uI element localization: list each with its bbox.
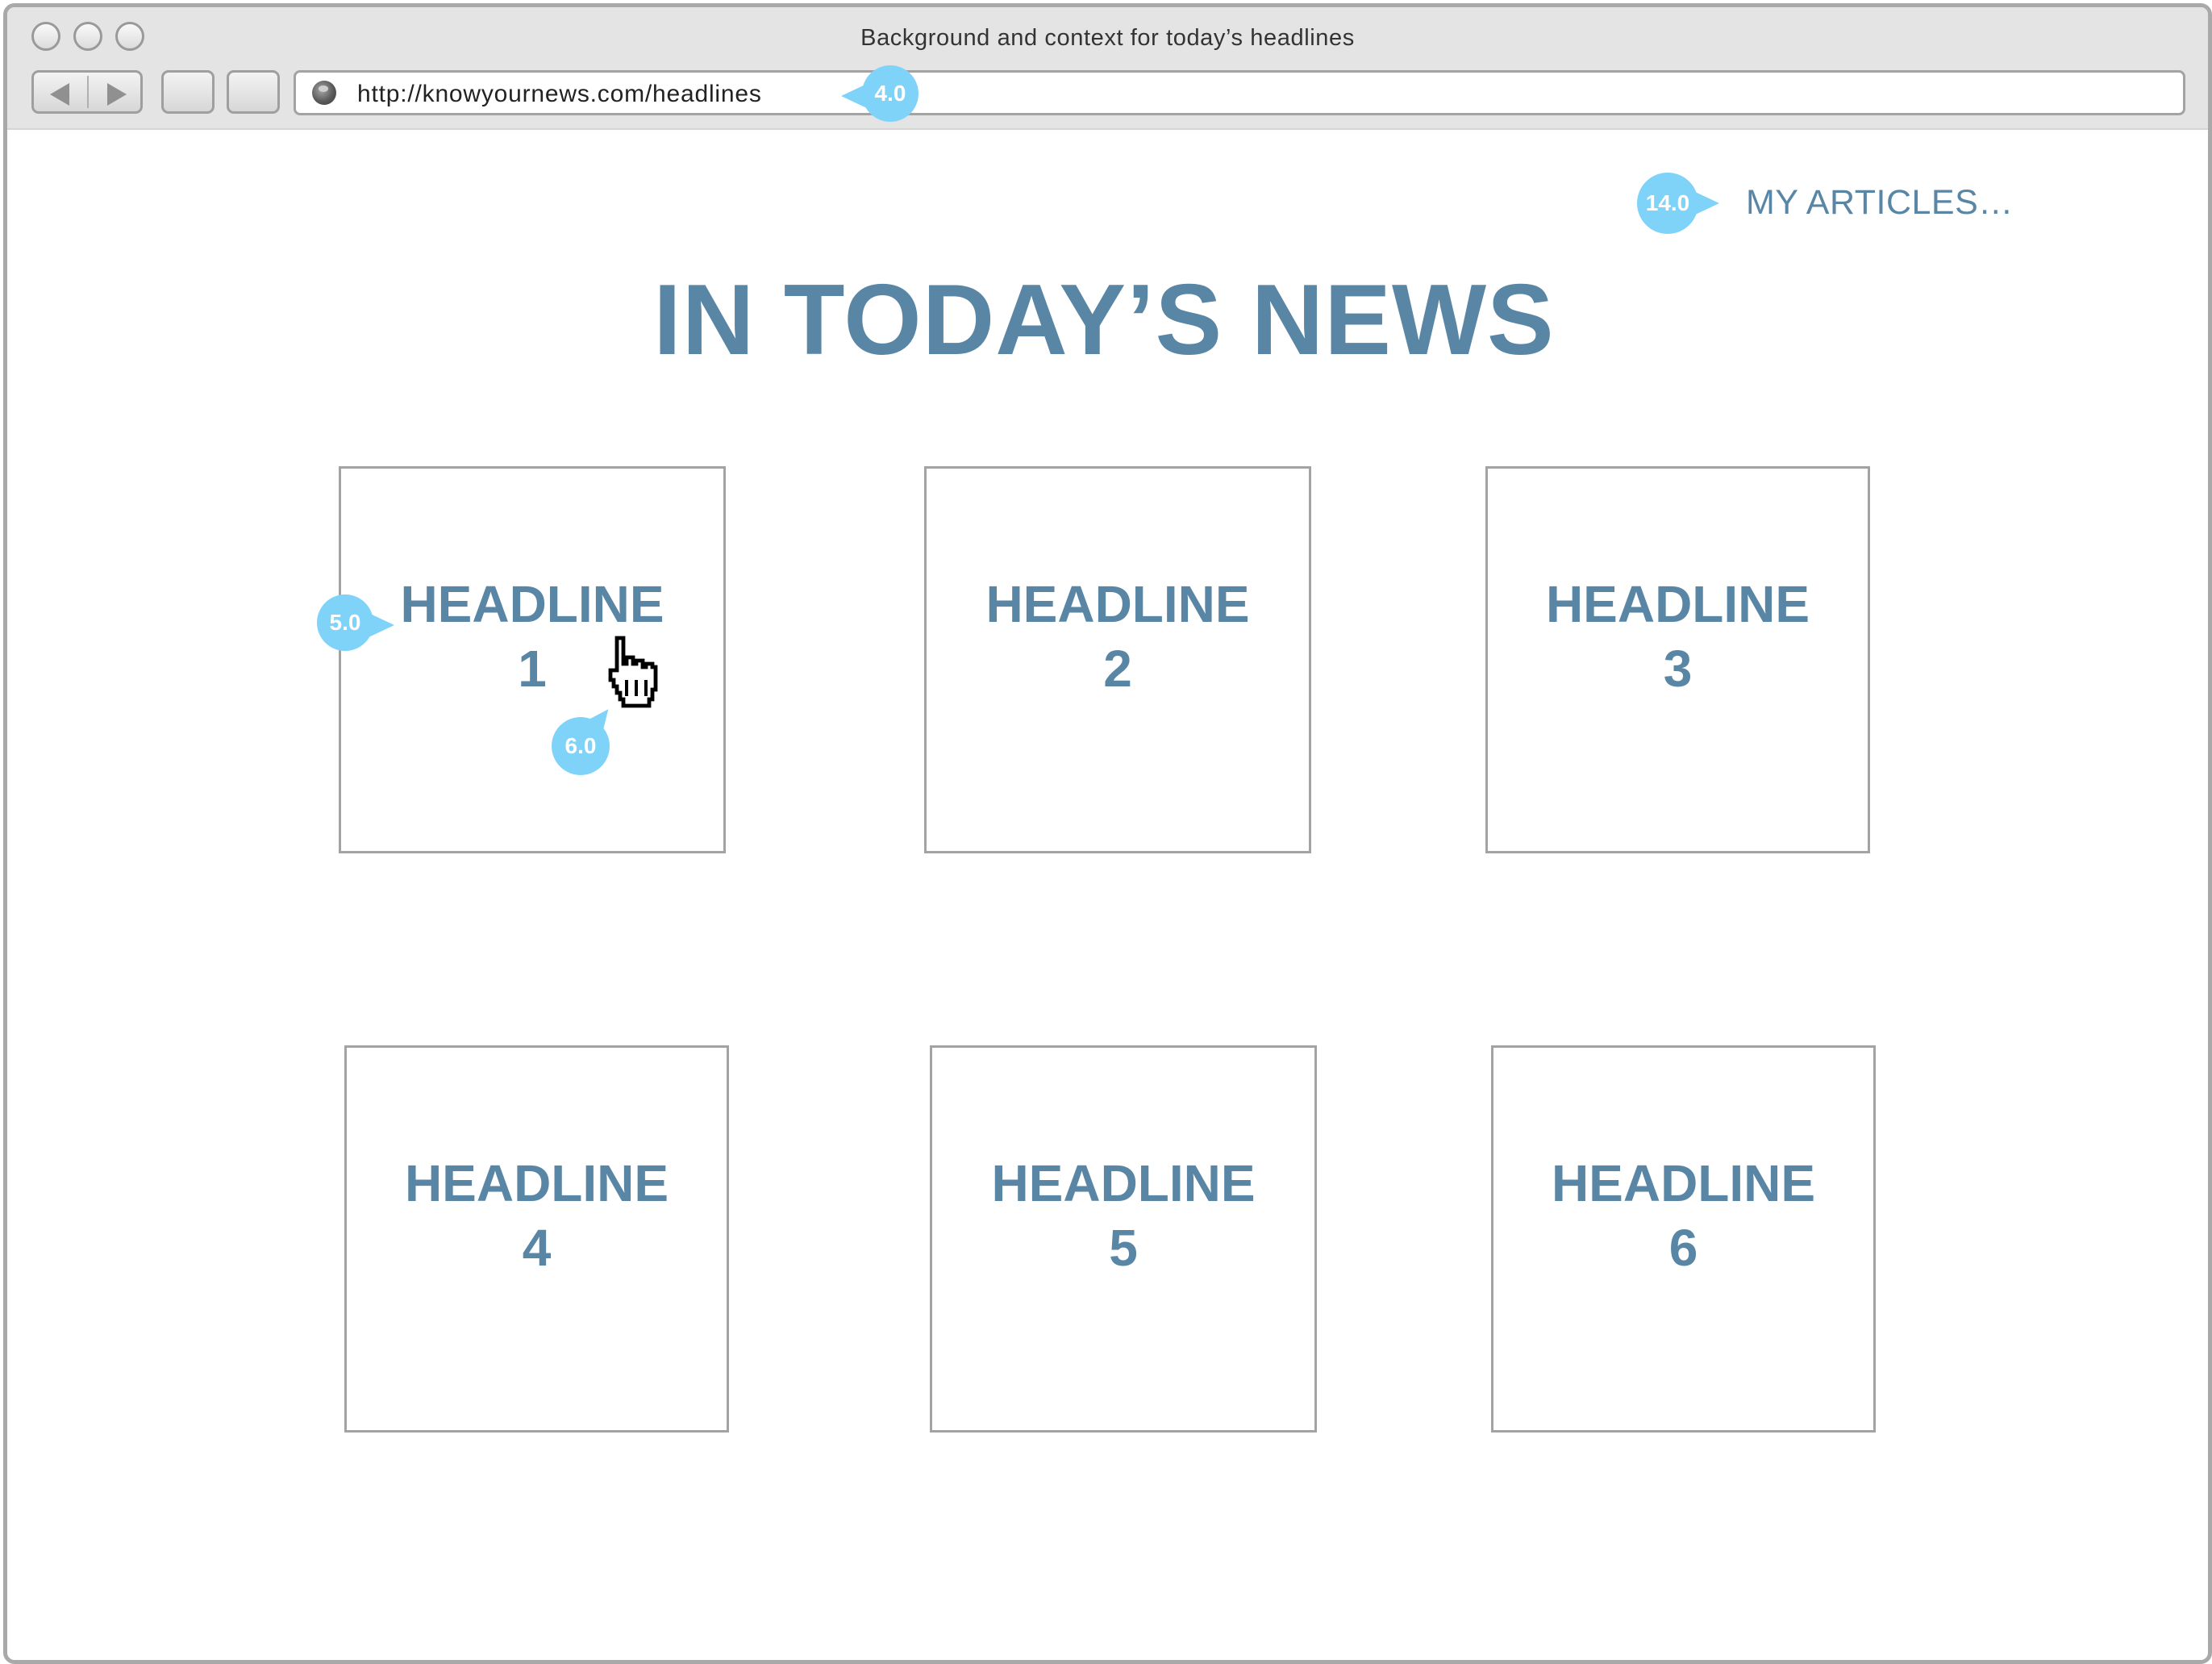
headline-card-3[interactable]: HEADLINE 3: [1485, 466, 1870, 853]
headline-card-4[interactable]: HEADLINE 4: [344, 1045, 729, 1433]
toolbar-button-1[interactable]: [161, 70, 215, 114]
forward-arrow-icon: [107, 83, 127, 106]
annotation-marker-my-articles: 14.0: [1637, 173, 1719, 234]
headline-label: HEADLINE: [1551, 1154, 1816, 1212]
url-text: http://knowyournews.com/headlines: [357, 81, 762, 107]
forward-button[interactable]: [89, 73, 142, 111]
headline-card-6[interactable]: HEADLINE 6: [1491, 1045, 1876, 1433]
annotation-marker-headline-1: 5.0: [317, 594, 394, 651]
browser-window: Background and context for today’s headl…: [3, 3, 2212, 1664]
toolbar-button-2[interactable]: [227, 70, 280, 114]
address-bar[interactable]: http://knowyournews.com/headlines: [294, 70, 2185, 115]
page-title: IN TODAY’S NEWS: [653, 265, 1555, 376]
headline-number: 3: [1663, 640, 1693, 698]
headline-number: 6: [1668, 1219, 1698, 1277]
headline-number: 2: [1103, 640, 1132, 698]
back-button[interactable]: [34, 73, 87, 111]
headline-label: HEADLINE: [404, 1154, 669, 1212]
globe-icon: [312, 81, 336, 105]
headline-label: HEADLINE: [985, 575, 1250, 633]
headline-label: HEADLINE: [400, 575, 664, 633]
browser-chrome: Background and context for today’s headl…: [7, 7, 2208, 130]
headline-card-2[interactable]: HEADLINE 2: [924, 466, 1311, 853]
annotation-marker-url: 4.0: [841, 65, 919, 122]
back-forward-group: [31, 70, 143, 114]
back-arrow-icon: [50, 83, 69, 106]
annotation-marker-cursor: 6.0: [552, 717, 610, 775]
headline-card-1[interactable]: HEADLINE 1: [339, 466, 726, 853]
headline-card-5[interactable]: HEADLINE 5: [930, 1045, 1317, 1433]
hand-pointer-icon: [608, 636, 658, 708]
headline-label: HEADLINE: [1545, 575, 1810, 633]
headline-number: 4: [522, 1219, 552, 1277]
window-title: Background and context for today’s headl…: [860, 25, 1355, 51]
my-articles-link[interactable]: MY ARTICLES…: [1746, 183, 2014, 223]
headline-label: HEADLINE: [991, 1154, 1256, 1212]
headline-number: 5: [1109, 1219, 1138, 1277]
